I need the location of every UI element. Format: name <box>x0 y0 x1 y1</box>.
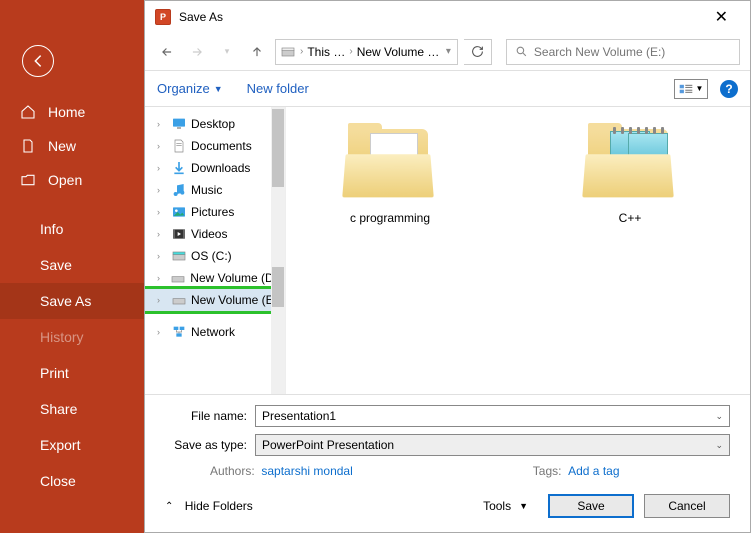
folder-name: C++ <box>619 211 642 225</box>
nav-label: Open <box>48 172 82 188</box>
breadcrumb[interactable]: › This … › New Volume … ▾ <box>275 39 458 65</box>
save-as-dialog: P Save As ✕ ▾ › This … › New Volume … ▾ … <box>144 0 751 533</box>
nav-info[interactable]: Info <box>0 211 144 247</box>
tools-dropdown[interactable]: Tools▼ <box>483 499 528 513</box>
tags-label: Tags: <box>533 464 562 478</box>
back-button[interactable] <box>22 45 54 77</box>
drive-icon <box>280 44 296 60</box>
breadcrumb-part[interactable]: New Volume … <box>357 45 440 59</box>
nav-home[interactable]: Home <box>0 95 144 129</box>
back-arrow-icon[interactable] <box>155 40 179 64</box>
bottom-panel: File name: Presentation1⌄ Save as type: … <box>145 394 750 532</box>
authors-value[interactable]: saptarshi mondal <box>261 464 352 478</box>
filename-label: File name: <box>165 409 255 423</box>
nav-save[interactable]: Save <box>0 247 144 283</box>
folder-tree: ›Desktop ›Documents ›Downloads ›Music ›P… <box>145 107 285 394</box>
tree-item-volume-d[interactable]: ›New Volume (D:) <box>145 267 285 289</box>
tree-item-downloads[interactable]: ›Downloads <box>145 157 285 179</box>
filename-input[interactable]: Presentation1⌄ <box>255 405 730 427</box>
nav-close[interactable]: Close <box>0 463 144 499</box>
folder-icon <box>342 121 438 203</box>
cancel-button[interactable]: Cancel <box>644 494 730 518</box>
organize-button[interactable]: Organize ▼ <box>157 81 223 96</box>
refresh-button[interactable] <box>464 39 492 65</box>
dialog-title: Save As <box>179 10 223 24</box>
recent-dropdown-icon[interactable]: ▾ <box>215 40 239 64</box>
save-button[interactable]: Save <box>548 494 634 518</box>
nav-print[interactable]: Print <box>0 355 144 391</box>
toolbar: Organize ▼ New folder ▼ ? <box>145 71 750 107</box>
nav-share[interactable]: Share <box>0 391 144 427</box>
navigation-bar: ▾ › This … › New Volume … ▾ <box>145 33 750 71</box>
tree-item-videos[interactable]: ›Videos <box>145 223 285 245</box>
nav-label: New <box>48 138 76 154</box>
authors-label: Authors: <box>210 464 255 478</box>
tree-item-os-c[interactable]: ›OS (C:) <box>145 245 285 267</box>
powerpoint-backstage-sidebar: Home New Open Info Save Save As History … <box>0 0 144 533</box>
savetype-dropdown[interactable]: PowerPoint Presentation⌄ <box>255 434 730 456</box>
nav-open[interactable]: Open <box>0 163 144 197</box>
tree-item-volume-e[interactable]: ›New Volume (E:) <box>145 289 285 311</box>
hide-folders-button[interactable]: ⌃ Hide Folders <box>165 499 253 513</box>
up-arrow-icon[interactable] <box>245 40 269 64</box>
folder-content: c programming C++ <box>285 107 750 394</box>
help-button[interactable]: ? <box>720 80 738 98</box>
close-icon[interactable]: ✕ <box>703 7 740 27</box>
tags-value[interactable]: Add a tag <box>568 464 619 478</box>
view-mode-button[interactable]: ▼ <box>674 79 708 99</box>
search-input[interactable] <box>534 45 731 59</box>
nav-new[interactable]: New <box>0 129 144 163</box>
titlebar: P Save As ✕ <box>145 1 750 33</box>
nav-export[interactable]: Export <box>0 427 144 463</box>
new-folder-button[interactable]: New folder <box>247 81 309 96</box>
forward-arrow-icon <box>185 40 209 64</box>
tree-item-network[interactable]: ›Network <box>145 321 285 343</box>
tree-item-music[interactable]: ›Music <box>145 179 285 201</box>
tree-item-pictures[interactable]: ›Pictures <box>145 201 285 223</box>
tree-item-documents[interactable]: ›Documents <box>145 135 285 157</box>
powerpoint-icon: P <box>155 9 171 25</box>
search-field[interactable] <box>506 39 740 65</box>
tree-scrollbar[interactable] <box>271 107 285 394</box>
breadcrumb-part[interactable]: This … <box>307 45 345 59</box>
nav-label: Home <box>48 104 85 120</box>
tree-item-desktop[interactable]: ›Desktop <box>145 113 285 135</box>
savetype-label: Save as type: <box>165 438 255 452</box>
folder-icon <box>582 121 678 203</box>
folder-item[interactable]: c programming <box>300 121 480 225</box>
search-icon <box>515 45 528 58</box>
nav-history: History <box>0 319 144 355</box>
folder-name: c programming <box>350 211 430 225</box>
nav-save-as[interactable]: Save As <box>0 283 144 319</box>
folder-item[interactable]: C++ <box>540 121 720 225</box>
